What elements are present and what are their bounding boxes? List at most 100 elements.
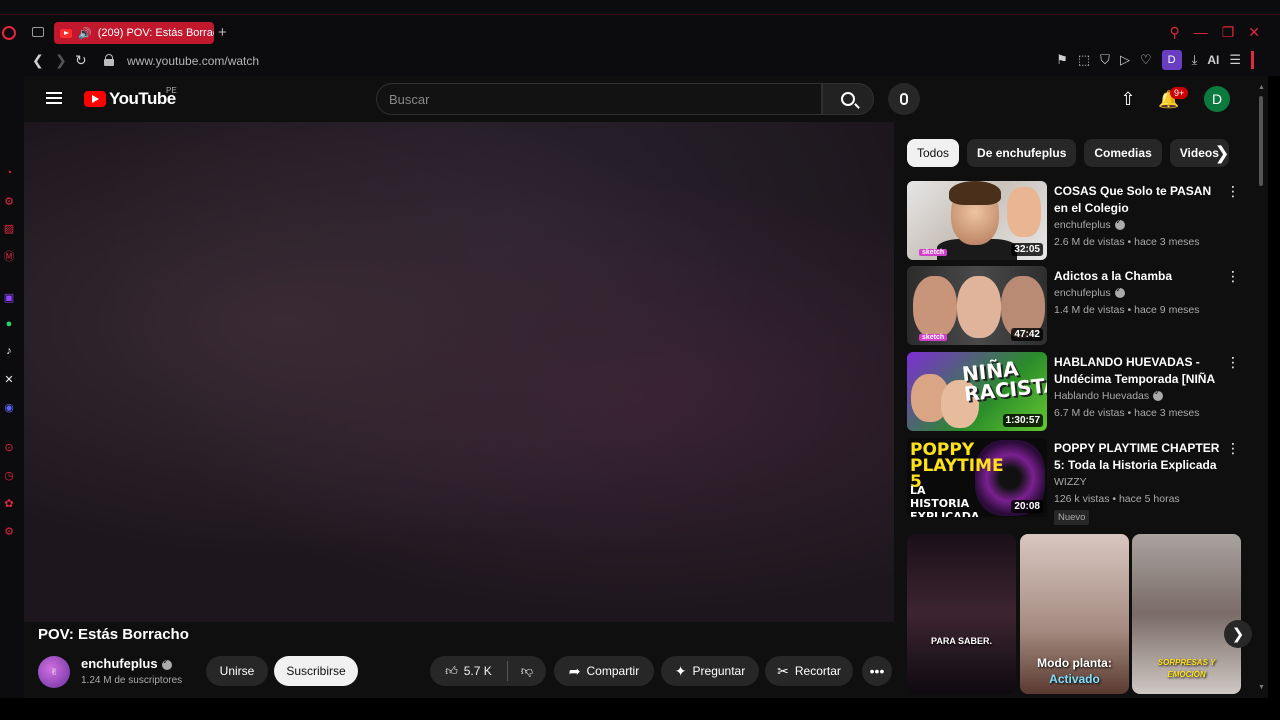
channel-name[interactable]: enchufeplus (1054, 285, 1224, 299)
ai-button[interactable]: AI (1207, 53, 1219, 67)
voice-search-button[interactable] (888, 83, 920, 115)
play-icon[interactable]: ▷ (1120, 52, 1130, 68)
video-title[interactable]: COSAS Que Solo te PASAN en el Colegio (1054, 183, 1224, 217)
gx-control-icon[interactable]: ⚙ (2, 194, 16, 208)
scissors-icon: ✂ (777, 662, 789, 679)
minimize-button[interactable]: — (1194, 24, 1208, 41)
youtube-favicon-icon (60, 28, 72, 38)
cleaner-icon[interactable]: ▨ (2, 221, 16, 235)
snapshot-icon[interactable]: ⬚ (1078, 52, 1090, 68)
more-options-icon[interactable]: ⋮ (1225, 354, 1241, 371)
owner-row: ✌ enchufeplus 1.24 M de suscriptores Uni… (24, 654, 894, 694)
channel-name-text[interactable]: enchufeplus (1054, 287, 1111, 299)
channel-name-text[interactable]: enchufeplus (1054, 219, 1111, 231)
subscribe-button[interactable]: Suscribirse (274, 656, 358, 686)
recommendation-item[interactable]: POPPY PLAYTIME 5 LA HISTORIA EXPLICADA 2… (907, 438, 1243, 528)
scroll-up-icon[interactable]: ▲ (1258, 84, 1265, 91)
share-button[interactable]: ➦ Compartir (554, 656, 654, 686)
player-icon[interactable]: ⊙ (2, 440, 16, 454)
page-scrollbar[interactable]: ▲ ▼ (1258, 84, 1265, 694)
thumb-face (957, 276, 1001, 338)
more-options-icon[interactable]: ⋮ (1225, 268, 1241, 285)
channel-name[interactable]: enchufeplus (81, 656, 172, 671)
lock-icon[interactable] (104, 54, 114, 66)
heart-icon[interactable]: ♡ (1140, 52, 1152, 68)
channel-avatar[interactable]: ✌ (38, 656, 70, 688)
upload-icon[interactable]: ⇧ (1118, 90, 1138, 110)
video-title[interactable]: POPPY PLAYTIME CHAPTER 5: Toda la Histor… (1054, 440, 1224, 474)
scroll-down-icon[interactable]: ▼ (1258, 684, 1265, 691)
channel-name-text[interactable]: enchufeplus (81, 656, 158, 671)
whatsapp-icon[interactable]: ● (2, 317, 16, 331)
microphone-icon (900, 93, 908, 105)
more-actions-button[interactable]: ••• (862, 656, 892, 686)
tab-island-icon[interactable] (32, 27, 44, 37)
verified-icon (1153, 388, 1164, 402)
chip-comedias[interactable]: Comedias (1084, 139, 1162, 167)
discord-icon[interactable]: ◉ (2, 400, 16, 414)
url-field[interactable]: www.youtube.com/watch (127, 54, 259, 68)
dislike-button[interactable]: 👎︎ (508, 664, 546, 679)
recommendation-item[interactable]: NIÑA RACISTA 1:30:57 HABLANDO HUEVADAS -… (907, 352, 1243, 432)
history-icon[interactable]: ◷ (2, 468, 16, 482)
chip-de-enchufeplus[interactable]: De enchufeplus (967, 139, 1077, 167)
youtube-logo[interactable]: YouTube PE (84, 86, 177, 109)
channel-name[interactable]: WIZZY (1054, 476, 1224, 488)
ask-button[interactable]: ✦ Preguntar (661, 656, 759, 686)
clip-button[interactable]: ✂ Recortar (765, 656, 853, 686)
search-tabs-icon[interactable]: ⚲ (1169, 24, 1179, 41)
speaker-icon[interactable]: 🔊 (78, 27, 92, 40)
channel-name[interactable]: enchufeplus (1054, 217, 1224, 231)
back-button[interactable]: ❮ (32, 52, 44, 69)
video-title[interactable]: Adictos a la Chamba (1054, 268, 1224, 285)
recommendation-item[interactable]: sketch 32:05 COSAS Que Solo te PASAN en … (907, 181, 1243, 261)
channel-name-text[interactable]: Hablando Huevadas (1054, 390, 1149, 402)
video-thumbnail[interactable]: sketch 32:05 (907, 181, 1047, 260)
short-item[interactable]: Modo planta: Activado (1020, 534, 1129, 694)
shield-icon[interactable]: ⛉ (1100, 52, 1110, 68)
speed-dial-icon[interactable]: ◔ (2, 166, 16, 180)
active-tab[interactable]: 🔊 (209) POV: Estás Borracho (54, 22, 214, 44)
chip-todos[interactable]: Todos (907, 139, 960, 167)
video-player[interactable] (24, 122, 894, 622)
search-button[interactable] (822, 83, 874, 115)
download-icon[interactable]: ⤓ (1192, 52, 1198, 68)
video-thumbnail[interactable]: NIÑA RACISTA 1:30:57 (907, 352, 1047, 431)
chevron-right-icon[interactable]: ❯ (1210, 141, 1234, 165)
close-window-button[interactable]: ✕ (1248, 24, 1260, 41)
youtube-page: YouTube PE Buscar ⇧ 🔔 9+ D POV: Estás Bo… (24, 76, 1268, 698)
new-tab-button[interactable]: + (218, 24, 227, 41)
scrollbar-thumb[interactable] (1259, 96, 1263, 186)
twitch-icon[interactable]: ▣ (2, 290, 16, 304)
gx-corner-icon[interactable]: Ⓜ (2, 249, 16, 263)
more-options-icon[interactable]: ⋮ (1225, 183, 1241, 200)
channel-name[interactable]: Hablando Huevadas (1054, 388, 1224, 402)
like-button[interactable]: 👍︎ 5.7 K (430, 661, 508, 681)
short-item[interactable]: PARA SABER. (907, 534, 1016, 694)
forward-button[interactable]: ❯ (55, 52, 67, 69)
short-caption: PARA SABER. (930, 636, 992, 646)
profile-badge[interactable]: D (1161, 50, 1182, 70)
more-options-icon[interactable]: ⋮ (1225, 440, 1241, 457)
extensions-icon[interactable]: ✿ (2, 496, 16, 510)
tiktok-icon[interactable]: ♪ (2, 344, 16, 358)
shorts-shelf: PARA SABER. Modo planta: Activado SORPRE… (907, 534, 1243, 694)
x-icon[interactable]: ✕ (2, 372, 16, 386)
search-input[interactable]: Buscar (376, 83, 822, 115)
reload-button[interactable]: ↻ (75, 52, 87, 69)
video-title[interactable]: HABLANDO HUEVADAS - Undécima Temporada [… (1054, 354, 1224, 388)
account-avatar[interactable]: D (1204, 86, 1230, 112)
join-button[interactable]: Unirse (206, 656, 268, 686)
shorts-next-chevron-icon[interactable]: ❯ (1224, 620, 1252, 648)
short-item[interactable]: SORPRESAS Y EMOCIÓN (1132, 534, 1241, 694)
opera-logo-icon[interactable] (2, 26, 16, 40)
video-meta: COSAS Que Solo te PASAN en el Colegio en… (1054, 183, 1224, 248)
video-thumbnail[interactable]: POPPY PLAYTIME 5 LA HISTORIA EXPLICADA 2… (907, 438, 1047, 517)
guide-menu-icon[interactable] (46, 92, 62, 104)
video-thumbnail[interactable]: sketch 47:42 (907, 266, 1047, 345)
settings-icon[interactable]: ⚙ (2, 524, 16, 538)
pin-icon[interactable]: ⚑ (1056, 52, 1068, 68)
menu-icon[interactable]: ☰ (1229, 52, 1241, 68)
maximize-button[interactable]: ❐ (1222, 24, 1235, 41)
recommendation-item[interactable]: sketch 47:42 Adictos a la Chamba enchufe… (907, 266, 1243, 346)
